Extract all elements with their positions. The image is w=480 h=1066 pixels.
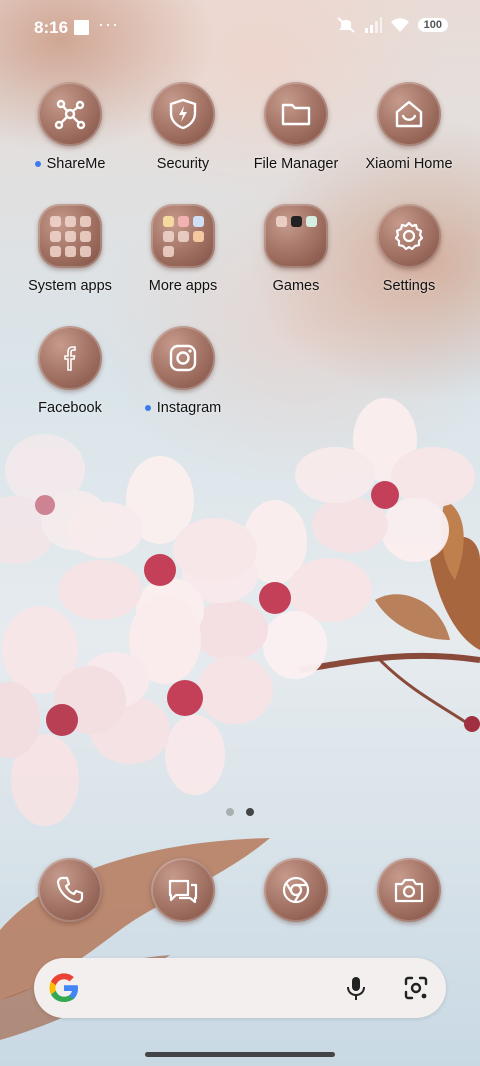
page-dot-1[interactable] — [226, 808, 234, 816]
facebook-icon — [38, 326, 102, 390]
folder-grid-icon — [151, 204, 215, 268]
more-notifications-indicator: ··· — [98, 14, 119, 34]
page-indicator — [0, 808, 480, 816]
page-dot-2-active[interactable] — [246, 808, 254, 816]
app-label: File Manager — [253, 156, 339, 172]
new-indicator-dot — [144, 405, 151, 412]
messages-icon — [168, 879, 198, 904]
notification-square-icon — [74, 20, 89, 35]
battery-indicator: 100 — [417, 18, 448, 32]
app-label: Facebook — [38, 400, 102, 416]
app-security[interactable]: Security — [128, 82, 238, 172]
google-logo-icon — [49, 973, 78, 1002]
dock-camera[interactable] — [377, 858, 441, 922]
instagram-icon — [151, 326, 215, 390]
lens-icon[interactable] — [402, 974, 430, 1002]
folder-grid-icon — [38, 204, 102, 268]
app-label: System apps — [28, 278, 112, 294]
app-settings[interactable]: Settings — [354, 204, 464, 294]
google-search-bar[interactable] — [34, 958, 446, 1018]
app-label: Games — [272, 278, 320, 294]
app-instagram[interactable]: Instagram — [128, 326, 238, 416]
app-label: Xiaomi Home — [365, 156, 453, 172]
app-label: More apps — [148, 278, 218, 294]
new-indicator-dot — [34, 161, 41, 168]
shareme-icon — [38, 82, 102, 146]
app-label: Security — [156, 156, 210, 172]
dock-chrome[interactable] — [264, 858, 328, 922]
folder-icon — [264, 82, 328, 146]
camera-icon — [394, 878, 424, 903]
phone-icon — [56, 876, 84, 904]
chrome-icon — [282, 876, 310, 904]
app-xiaomi-home[interactable]: Xiaomi Home — [354, 82, 464, 172]
status-bar: 8:16 ··· 100 — [0, 0, 480, 56]
security-shield-icon — [151, 82, 215, 146]
home-icon — [377, 82, 441, 146]
clock: 8:16 — [34, 18, 69, 37]
home-gesture-bar[interactable] — [145, 1052, 335, 1057]
gear-icon — [377, 204, 441, 268]
folder-grid-icon — [264, 204, 328, 268]
wifi-icon — [390, 18, 409, 32]
signal-icon — [364, 17, 382, 33]
folder-system-apps[interactable]: System apps — [15, 204, 125, 294]
app-facebook[interactable]: Facebook — [15, 326, 125, 416]
app-label: ShareMe — [46, 156, 106, 172]
mic-icon[interactable] — [342, 974, 370, 1002]
folder-more-apps[interactable]: More apps — [128, 204, 238, 294]
app-label: Instagram — [156, 400, 222, 416]
dock-phone[interactable] — [38, 858, 102, 922]
silent-mode-icon — [336, 17, 355, 33]
status-icons: 100 — [336, 16, 448, 34]
dock-messages[interactable] — [151, 858, 215, 922]
app-shareme[interactable]: ShareMe — [15, 82, 125, 172]
folder-games[interactable]: Games — [241, 204, 351, 294]
app-label: Settings — [382, 278, 436, 294]
app-file-manager[interactable]: File Manager — [241, 82, 351, 172]
